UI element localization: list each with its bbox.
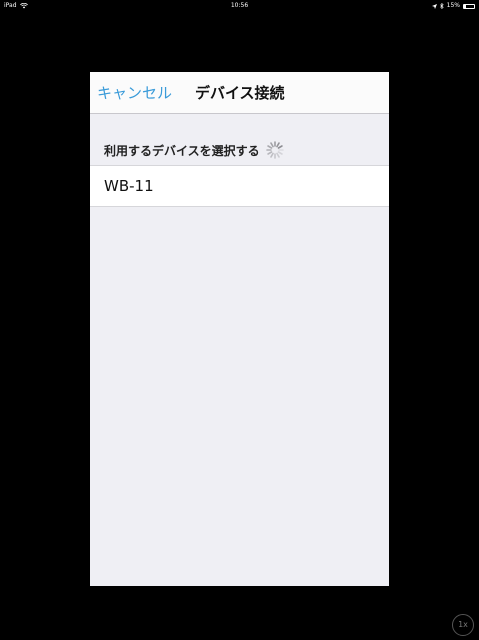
section-header: 利用するデバイスを選択する [90,136,389,164]
spinner-spoke [277,151,283,155]
status-right: 15% [431,0,475,12]
list-item[interactable]: WB-11 [90,166,389,206]
status-bar: iPad 10:56 15% [0,0,479,12]
activity-spinner-icon [265,141,284,159]
spinner-spoke [269,142,274,148]
spinner-spoke [275,142,280,148]
nav-bar: キャンセル デバイス接続 [90,72,389,114]
device-list: WB-11 [90,165,389,207]
spinner-spoke [269,152,274,158]
battery-percent: 15% [446,2,460,9]
spinner-spoke [275,152,280,158]
location-icon [431,3,437,9]
dialog-title: デバイス接続 [195,84,285,102]
zoom-button[interactable]: 1x [452,614,474,636]
status-time: 10:56 [230,2,249,9]
spinner-spoke [266,151,272,155]
cancel-button[interactable]: キャンセル [97,72,172,114]
battery-fill [464,4,466,8]
spinner-spoke [266,145,272,149]
bluetooth-icon [439,3,444,9]
section-header-label: 利用するデバイスを選択する [104,143,260,158]
battery-icon [463,3,475,9]
ipad-screen: iPad 10:56 15% キャンセル デバイス接続 利用するデバイスを選択す… [0,0,479,640]
spinner-spoke [277,145,283,149]
device-connect-dialog: キャンセル デバイス接続 利用するデバイスを選択する WB-11 [90,72,389,586]
